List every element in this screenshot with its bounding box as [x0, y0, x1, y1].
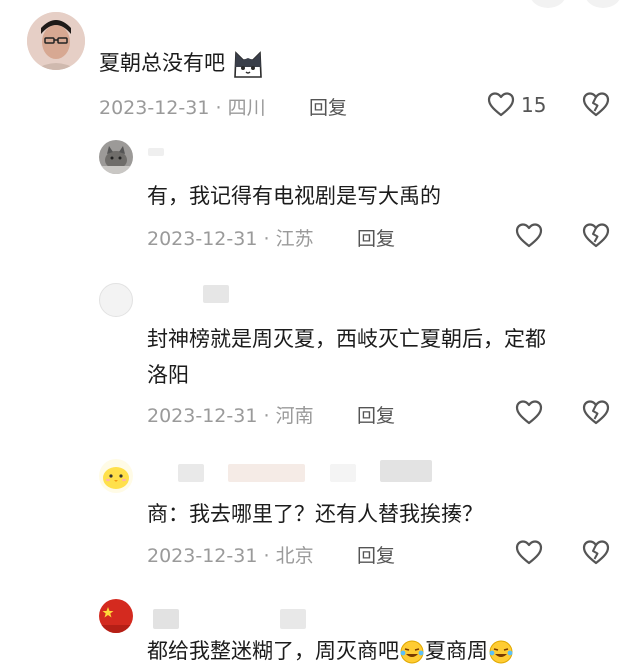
meta-separator: · [215, 97, 222, 119]
laughing-crying-emoji-icon [489, 640, 513, 664]
username-blurred-part [380, 460, 432, 482]
laughing-crying-emoji-icon [400, 640, 424, 664]
top-action-button-right[interactable] [585, 0, 621, 8]
username-blurred[interactable] [153, 609, 179, 629]
comment-meta: 2023-12-31 · 四川 [99, 93, 266, 120]
top-action-button-left[interactable] [530, 0, 566, 8]
comment-text: 有，我记得有电视剧是写大禹的 [147, 184, 441, 208]
comment-text: 商：我去哪里了？还有人替我挨揍？ [147, 502, 483, 526]
comment-text: 封神榜就是周灭夏，西岐灭亡夏朝后，定都 [147, 327, 546, 351]
avatar[interactable] [99, 599, 133, 633]
comment-meta: 2023-12-31 · 北京 [147, 541, 314, 568]
comment-text-part: 都给我整迷糊了，周灭商吧 [147, 639, 399, 663]
comment-text: 夏朝总没有吧 [99, 46, 264, 80]
like-count: 15 [521, 93, 547, 117]
reply-button[interactable]: 回复 [357, 401, 395, 428]
comment-meta: 2023-12-31 · 江苏 [147, 224, 314, 251]
cat-photo-icon [99, 140, 133, 174]
reply-button[interactable]: 回复 [357, 224, 395, 251]
meta-separator: · [263, 228, 270, 250]
meta-separator: · [263, 545, 270, 567]
user-photo-icon [27, 12, 85, 70]
broken-heart-icon[interactable] [582, 538, 610, 566]
comment-date: 2023-12-31 [147, 405, 258, 427]
broken-heart-icon[interactable] [582, 398, 610, 426]
comment-date: 2023-12-31 [99, 97, 210, 119]
meta-separator: · [263, 405, 270, 427]
reply-button[interactable]: 回复 [357, 541, 395, 568]
broken-heart-icon[interactable] [582, 90, 610, 118]
comment-text-part: 夏商周 [425, 639, 488, 663]
username-blurred[interactable] [203, 285, 229, 303]
username-blurred-part [228, 464, 305, 482]
comment-date: 2023-12-31 [147, 545, 258, 567]
comment-location: 河南 [275, 405, 314, 427]
username-blurred[interactable] [178, 464, 204, 482]
comment-location: 北京 [275, 545, 314, 567]
comment-text: 都给我整迷糊了，周灭商吧 夏商周 [147, 634, 514, 668]
username-blurred[interactable] [148, 148, 164, 156]
comment-text-line2: 洛阳 [147, 363, 189, 387]
flag-avatar-icon [99, 599, 133, 633]
heart-outline-icon[interactable] [515, 222, 543, 248]
comment-location: 江苏 [275, 228, 314, 250]
cat-face-emoji-icon [233, 51, 262, 78]
comment-date: 2023-12-31 [147, 228, 258, 250]
heart-outline-icon[interactable] [515, 539, 543, 565]
reply-button[interactable]: 回复 [309, 93, 347, 120]
avatar[interactable] [99, 459, 133, 493]
heart-outline-icon[interactable] [515, 399, 543, 425]
heart-outline-icon[interactable] [487, 91, 515, 117]
avatar[interactable] [99, 140, 133, 174]
comment-text-body: 夏朝总没有吧 [99, 51, 225, 75]
yellow-chick-avatar-icon [99, 459, 133, 493]
comment-location: 四川 [227, 97, 266, 119]
comment-meta: 2023-12-31 · 河南 [147, 401, 314, 428]
broken-heart-icon[interactable] [582, 221, 610, 249]
username-blurred-part [280, 609, 306, 629]
avatar[interactable] [99, 283, 133, 317]
username-blurred-part [330, 464, 356, 482]
avatar[interactable] [27, 12, 85, 70]
